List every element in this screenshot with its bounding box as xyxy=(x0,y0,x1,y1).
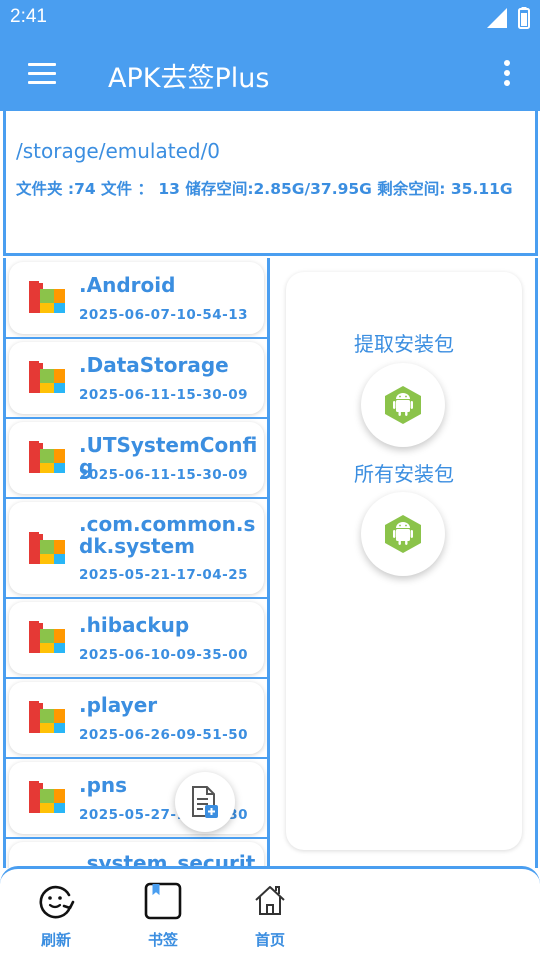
folder-name: .DataStorage xyxy=(79,353,229,377)
folder-item[interactable]: .com.common.sdk.system 2025-05-21-17-04-… xyxy=(9,502,264,594)
folder-list[interactable]: .Android 2025-06-07-10-54-13 .DataStorag… xyxy=(3,258,270,868)
path-info-card: /storage/emulated/0 文件夹 :74 文件 ： 13 储存空间… xyxy=(3,111,538,256)
refresh-face-icon xyxy=(39,885,75,919)
android-icon xyxy=(385,386,421,424)
folder-icon xyxy=(29,532,65,564)
all-apk-button[interactable] xyxy=(361,492,445,576)
folder-item[interactable]: .DataStorage 2025-06-11-15-30-09 xyxy=(9,342,264,414)
folder-icon xyxy=(29,281,65,313)
extract-apk-label: 提取安装包 xyxy=(354,332,454,356)
folder-name: .hibackup xyxy=(79,613,190,637)
new-file-fab[interactable] xyxy=(175,772,235,832)
folder-item[interactable]: .hibackup 2025-06-10-09-35-00 xyxy=(9,602,264,674)
folder-date: 2025-06-11-15-30-09 xyxy=(79,387,249,403)
nav-label: 首页 xyxy=(254,931,285,949)
divider xyxy=(6,417,267,419)
signal-icon xyxy=(487,8,507,28)
divider xyxy=(6,677,267,679)
home-icon xyxy=(255,886,285,915)
status-bar: 2:41 xyxy=(0,0,540,36)
folder-date: 2025-06-26-09-51-50 xyxy=(79,727,249,743)
app-bar: APK去签Plus xyxy=(0,36,540,111)
more-options-icon[interactable] xyxy=(502,60,512,88)
folder-date: 2025-06-11-15-30-09 xyxy=(79,467,249,483)
bottom-nav: 刷新 书签 首页 xyxy=(0,866,540,960)
screen: 2:41 APK去签Plus /storage/emulated/0 文件夹 :… xyxy=(0,0,540,960)
folder-item[interactable]: .system_security xyxy=(9,842,264,868)
extract-apk-button[interactable] xyxy=(361,363,445,447)
divider xyxy=(6,597,267,599)
divider xyxy=(6,837,267,839)
folder-icon xyxy=(29,621,65,653)
divider xyxy=(6,757,267,759)
status-time: 2:41 xyxy=(10,6,47,27)
folder-date: 2025-06-07-10-54-13 xyxy=(79,307,249,323)
nav-refresh[interactable]: 刷新 xyxy=(21,881,91,950)
divider xyxy=(6,497,267,499)
action-panel: 提取安装包 所有安装包 xyxy=(270,258,538,868)
android-icon xyxy=(385,515,421,553)
folder-name: .Android xyxy=(79,273,176,297)
divider xyxy=(6,337,267,339)
nav-label: 书签 xyxy=(147,931,178,949)
folder-icon xyxy=(29,701,65,733)
current-path: /storage/emulated/0 xyxy=(16,139,221,163)
folder-icon xyxy=(29,361,65,393)
nav-bookmark[interactable]: 书签 xyxy=(128,881,198,950)
folder-name: .player xyxy=(79,693,158,717)
folder-item[interactable]: .player 2025-06-26-09-51-50 xyxy=(9,682,264,754)
all-apk-label: 所有安装包 xyxy=(354,462,454,486)
menu-icon[interactable] xyxy=(28,63,56,85)
folder-date: 2025-05-21-17-04-25 xyxy=(79,567,249,583)
folder-item[interactable]: .Android 2025-06-07-10-54-13 xyxy=(9,262,264,334)
action-card: 提取安装包 所有安装包 xyxy=(286,272,522,850)
nav-home[interactable]: 首页 xyxy=(235,881,305,950)
nav-label: 刷新 xyxy=(40,931,71,949)
folder-icon xyxy=(29,781,65,813)
storage-stats: 文件夹 :74 文件 ： 13 储存空间:2.85G/37.95G 剩余空间: … xyxy=(16,180,513,198)
app-title: APK去签Plus xyxy=(108,63,270,94)
folder-date: 2025-06-10-09-35-00 xyxy=(79,647,249,663)
folder-item[interactable]: .UTSystemConfig 2025-06-11-15-30-09 xyxy=(9,422,264,494)
folder-icon xyxy=(29,441,65,473)
add-file-icon xyxy=(192,786,218,818)
battery-icon xyxy=(518,7,530,29)
folder-name: .com.common.sdk.system xyxy=(79,512,256,558)
bookmark-icon xyxy=(144,882,182,920)
